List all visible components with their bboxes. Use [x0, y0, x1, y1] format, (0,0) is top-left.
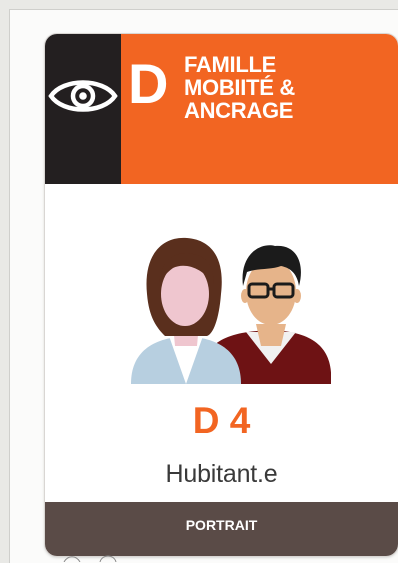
family-title: FAMILLE MOBIITÉ & ANCRAGE	[184, 52, 295, 123]
partial-icon	[63, 555, 117, 562]
card-header: D FAMILLE MOBIITÉ & ANCRAGE	[45, 34, 398, 184]
family-title-line: FAMILLE	[184, 52, 277, 77]
card-footer: PORTRAIT	[45, 502, 398, 556]
family-title-line: MOBIITÉ &	[184, 74, 295, 100]
family-title-line: ANCRAGE	[184, 97, 294, 123]
persona-illustration	[131, 237, 331, 384]
persona-name: Hubitant.e	[165, 460, 278, 488]
card-code: D 4	[192, 400, 251, 441]
persona-card[interactable]: D FAMILLE MOBIITÉ & ANCRAGE D 4 Hubitant…	[45, 34, 398, 556]
eye-icon	[48, 80, 118, 112]
family-letter: D	[128, 52, 169, 115]
